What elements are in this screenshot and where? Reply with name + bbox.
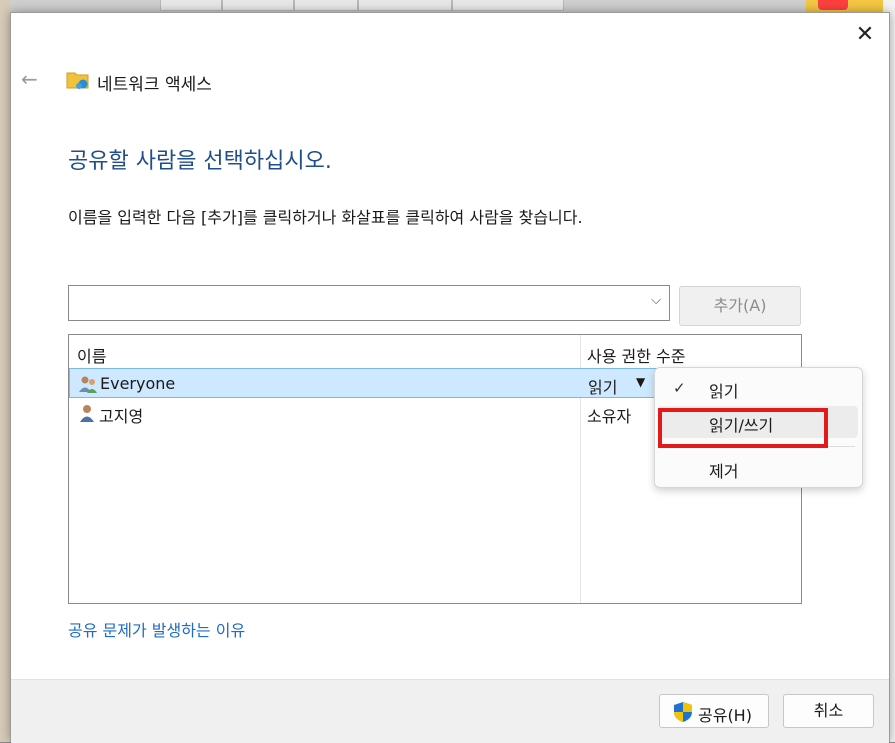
close-icon[interactable]: ✕: [853, 23, 877, 47]
network-folder-icon: [66, 72, 89, 89]
menu-item-read[interactable]: ✓ 읽기: [659, 372, 858, 404]
page-heading: 공유할 사람을 선택하십시오.: [68, 149, 332, 174]
column-header-permission[interactable]: 사용 권한 수준: [587, 343, 686, 367]
menu-item-remove[interactable]: 제거: [659, 452, 858, 484]
checkmark-icon: ✓: [673, 379, 686, 397]
menu-item-label: 읽기: [709, 382, 739, 401]
background-wallpaper: [0, 0, 10, 742]
annotation-highlight-box: [658, 408, 828, 448]
background-tab: [358, 0, 452, 11]
user-icon: [80, 405, 94, 422]
background-tab: [160, 0, 222, 11]
background-tab: [222, 0, 294, 11]
share-button[interactable]: 공유(H): [659, 694, 769, 728]
share-button-label: 공유(H): [698, 706, 752, 725]
sharing-help-link[interactable]: 공유 문제가 발생하는 이유: [68, 617, 245, 641]
chevron-down-icon[interactable]: ⌵: [649, 294, 663, 308]
menu-item-label: 제거: [709, 462, 739, 481]
add-button[interactable]: 추가(A): [679, 286, 801, 326]
window-title: 네트워크 액세스: [97, 75, 212, 95]
row-name: Everyone: [100, 374, 176, 393]
instruction-text: 이름을 입력한 다음 [추가]를 클릭하거나 화살표를 클릭하여 사람을 찾습니…: [68, 208, 583, 227]
cancel-button[interactable]: 취소: [783, 694, 874, 728]
row-permission: 소유자: [587, 407, 632, 426]
back-arrow-icon[interactable]: ←: [21, 69, 45, 89]
caret-down-icon[interactable]: ▼: [636, 375, 645, 389]
background-tab: [294, 0, 358, 11]
column-header-name[interactable]: 이름: [77, 343, 106, 367]
row-permission[interactable]: 읽기: [588, 374, 617, 398]
uac-shield-icon: [674, 702, 692, 722]
name-input-combo[interactable]: ⌵: [68, 285, 670, 321]
background-tab: [452, 0, 564, 11]
row-name: 고지영: [99, 407, 144, 426]
user-group-icon: [79, 376, 97, 393]
dialog-footer: 공유(H) 취소: [11, 679, 889, 743]
background-badge-icon: [818, 0, 848, 10]
